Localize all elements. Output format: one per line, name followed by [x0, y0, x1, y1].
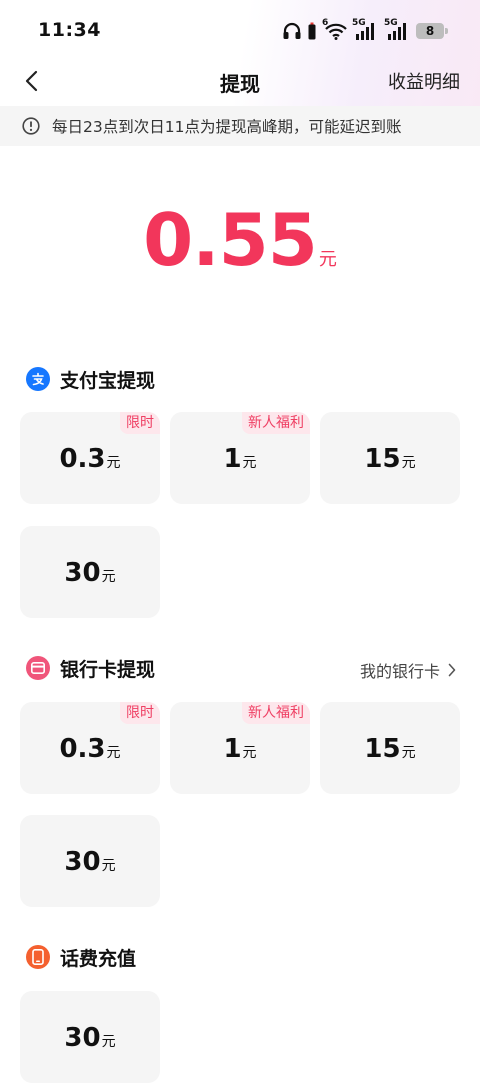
signal-bars-icon — [356, 23, 374, 40]
phone-section-label: 话费充值 — [60, 947, 137, 970]
status-icons: 6 5G 5G 8 — [282, 18, 448, 42]
signal-bars-icon — [388, 23, 406, 40]
status-time: 11:34 — [38, 19, 101, 41]
option-value: 30 — [64, 558, 101, 588]
new-user-tag: 新人福利 — [242, 412, 310, 434]
navigation-bar: 提现 收益明细 — [0, 58, 480, 104]
option-value: 30 — [64, 1023, 101, 1053]
phone-icon — [26, 945, 50, 969]
bank-option-card[interactable]: 30元 — [20, 815, 160, 907]
alipay-icon — [26, 367, 50, 391]
alipay-option-card[interactable]: 新人福利 1元 — [170, 412, 310, 504]
option-value: 0.3 — [59, 444, 106, 474]
bank-option-card[interactable]: 15元 — [320, 702, 460, 794]
alipay-option-card[interactable]: 15元 — [320, 412, 460, 504]
chevron-right-icon — [448, 663, 456, 677]
bank-section-title: 银行卡提现 — [26, 654, 155, 682]
option-value: 30 — [64, 847, 101, 877]
option-unit: 元 — [101, 1034, 116, 1050]
bank-option-card[interactable]: 新人福利 1元 — [170, 702, 310, 794]
option-unit: 元 — [242, 455, 257, 471]
alipay-option-card[interactable]: 限时 0.3元 — [20, 412, 160, 504]
wifi-signal: 6 — [322, 18, 347, 40]
battery-icon: 8 — [416, 23, 448, 39]
my-bank-card-link[interactable]: 我的银行卡 — [360, 658, 456, 682]
option-amount: 30元 — [20, 558, 160, 588]
phone-option-card[interactable]: 30元 — [20, 991, 160, 1083]
option-amount: 15元 — [320, 734, 460, 764]
option-amount: 0.3元 — [20, 734, 160, 764]
option-value: 1 — [223, 444, 242, 474]
option-unit: 元 — [401, 455, 416, 471]
alipay-section-title: 支付宝提现 — [26, 365, 155, 393]
bank-card-icon — [26, 656, 50, 680]
option-amount: 0.3元 — [20, 444, 160, 474]
option-value: 15 — [364, 734, 401, 764]
option-value: 15 — [364, 444, 401, 474]
phone-section-title: 话费充值 — [26, 943, 136, 971]
limited-time-tag: 限时 — [120, 412, 160, 434]
cellular-signal-1: 5G — [352, 18, 378, 40]
alipay-section-label: 支付宝提现 — [60, 369, 156, 392]
option-amount: 1元 — [170, 444, 310, 474]
option-value: 0.3 — [59, 734, 106, 764]
alipay-option-card[interactable]: 30元 — [20, 526, 160, 618]
option-unit: 元 — [401, 745, 416, 761]
cellular-signal-2: 5G — [384, 18, 410, 40]
balance-unit: 元 — [318, 249, 337, 270]
option-unit: 元 — [242, 745, 257, 761]
notice-text: 每日23点到次日11点为提现高峰期，可能延迟到账 — [52, 118, 402, 136]
info-circle-icon — [22, 117, 40, 135]
bank-option-card[interactable]: 限时 0.3元 — [20, 702, 160, 794]
option-amount: 30元 — [20, 1023, 160, 1053]
status-bar: 11:34 6 5G 5G 8 — [0, 0, 480, 60]
option-unit: 元 — [106, 745, 121, 761]
option-unit: 元 — [101, 569, 116, 585]
peak-notice-banner: 每日23点到次日11点为提现高峰期，可能延迟到账 — [0, 106, 480, 146]
new-user-tag: 新人福利 — [242, 702, 310, 724]
bank-section-label: 银行卡提现 — [60, 658, 156, 681]
option-value: 1 — [223, 734, 242, 764]
headphones-icon — [283, 22, 301, 39]
earnings-detail-link[interactable]: 收益明细 — [388, 68, 460, 94]
option-amount: 1元 — [170, 734, 310, 764]
battery-level: 8 — [425, 24, 435, 38]
balance-value: 0.55 — [143, 198, 318, 282]
wifi-icon — [325, 23, 347, 40]
battery-saver-icon — [308, 22, 316, 40]
option-unit: 元 — [101, 858, 116, 874]
limited-time-tag: 限时 — [120, 702, 160, 724]
option-amount: 30元 — [20, 847, 160, 877]
my-bank-card-label: 我的银行卡 — [359, 662, 440, 681]
option-amount: 15元 — [320, 444, 460, 474]
option-unit: 元 — [106, 455, 121, 471]
balance-amount: 0.55 元 — [0, 198, 480, 282]
